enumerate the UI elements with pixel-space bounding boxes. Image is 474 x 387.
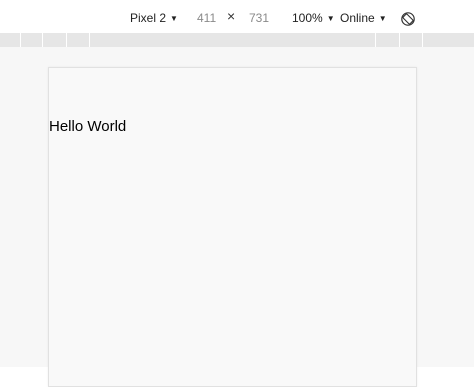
width-input[interactable]: 411 — [197, 11, 216, 25]
rotate-icon — [401, 12, 415, 26]
throttling-label: Online — [340, 11, 375, 25]
device-select[interactable]: Pixel 2 ▼ — [130, 11, 178, 27]
device-label: Pixel 2 — [130, 11, 167, 25]
ruler-tick — [375, 33, 376, 47]
times-icon: × — [227, 8, 236, 24]
throttling-select[interactable]: Online ▼ — [340, 11, 387, 27]
height-input[interactable]: 731 — [249, 11, 269, 25]
device-caret-icon: ▼ — [170, 14, 178, 23]
page-text: Hello World — [49, 118, 127, 135]
zoom-select[interactable]: 100% ▼ — [292, 11, 335, 27]
ruler-tick — [89, 33, 90, 47]
ruler-tick — [66, 33, 67, 47]
throttling-caret-icon: ▼ — [378, 14, 387, 23]
device-viewport[interactable]: Hello World — [48, 67, 417, 387]
emulation-canvas: Hello World — [0, 47, 474, 387]
device-toolbar: Pixel 2 ▼ 411 × 731 100% ▼ Online ▼ — [0, 0, 474, 33]
ruler-tick — [422, 33, 423, 47]
rotate-button[interactable] — [400, 11, 416, 27]
zoom-caret-icon: ▼ — [326, 14, 335, 23]
ruler-tick — [42, 33, 43, 47]
media-query-ruler — [0, 33, 474, 47]
ruler-tick — [20, 33, 21, 47]
zoom-label: 100% — [292, 11, 323, 25]
ruler-tick — [399, 33, 400, 47]
